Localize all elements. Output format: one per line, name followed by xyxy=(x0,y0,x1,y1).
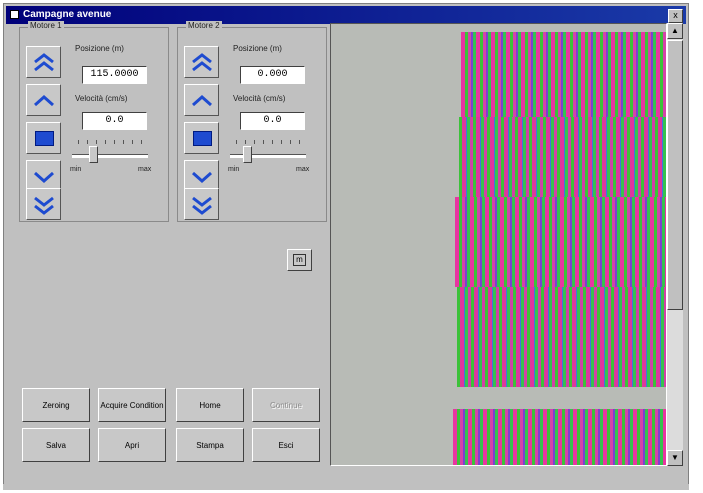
motor1-slider-thumb[interactable] xyxy=(88,146,98,163)
motor2-speed-slider[interactable] xyxy=(230,154,306,158)
motor1-slider-min: min xyxy=(70,166,82,173)
zeroing-button[interactable]: Zeroing xyxy=(22,388,90,422)
motor2-up-button[interactable] xyxy=(184,84,219,116)
motor2-slider-max: max xyxy=(296,166,310,173)
chevron-down-icon xyxy=(34,171,54,184)
scan-viewer[interactable] xyxy=(330,23,667,466)
motor1-speed-slider[interactable] xyxy=(72,154,148,158)
motor2-position-field[interactable]: 0.000 xyxy=(240,66,305,84)
chevron-up-icon xyxy=(34,94,54,107)
motor2-label: Motore 2 xyxy=(186,21,222,30)
app-icon xyxy=(10,10,19,19)
chevron-up-icon xyxy=(192,94,212,107)
double-chevron-down-icon xyxy=(34,196,54,215)
double-chevron-down-icon xyxy=(192,196,212,215)
motor1-group: Motore 1 Posizione (m) 115.0000 Velocità… xyxy=(19,21,169,222)
home-button[interactable]: Home xyxy=(176,388,244,422)
double-chevron-up-icon xyxy=(34,53,54,72)
scan-region xyxy=(461,32,666,117)
motor1-position-field[interactable]: 115.0000 xyxy=(82,66,147,84)
continue-button[interactable]: Continue xyxy=(252,388,320,422)
motor1-slider-ticks xyxy=(78,140,150,144)
motor1-fast-down-button[interactable] xyxy=(26,188,61,220)
scan-region xyxy=(453,409,666,465)
save-button[interactable]: Salva xyxy=(22,428,90,462)
motor2-speed-label: Velocità (cm/s) xyxy=(233,94,286,103)
acquire-condition-button[interactable]: Acquire Condition xyxy=(98,388,166,422)
motor1-up-button[interactable] xyxy=(26,84,61,116)
title-bar[interactable]: Campagne avenue x xyxy=(6,6,686,24)
scan-region xyxy=(459,117,666,197)
motor1-stop-button[interactable] xyxy=(26,122,61,154)
scroll-down-button[interactable]: ▼ xyxy=(667,450,683,466)
open-button[interactable]: Apri xyxy=(98,428,166,462)
motor2-stop-button[interactable] xyxy=(184,122,219,154)
motor1-speed-label: Velocità (cm/s) xyxy=(75,94,128,103)
motor1-label: Motore 1 xyxy=(28,21,64,30)
chevron-down-icon xyxy=(192,171,212,184)
motor2-slider-thumb[interactable] xyxy=(243,146,253,163)
vertical-scrollbar[interactable]: ▲ ▼ xyxy=(667,23,683,466)
close-button[interactable]: x xyxy=(668,9,683,23)
motor2-slider-ticks xyxy=(236,140,308,144)
print-button[interactable]: Stampa xyxy=(176,428,244,462)
scan-region xyxy=(455,197,666,287)
unit-button-label: m xyxy=(293,254,306,266)
motor2-fast-down-button[interactable] xyxy=(184,188,219,220)
scroll-up-button[interactable]: ▲ xyxy=(667,23,683,39)
motor1-slider-max: max xyxy=(138,166,152,173)
motor2-group: Motore 2 Posizione (m) 0.000 Velocità (c… xyxy=(177,21,327,222)
exit-button[interactable]: Esci xyxy=(252,428,320,462)
status-bar xyxy=(3,484,689,490)
motor2-speed-field[interactable]: 0.0 xyxy=(240,112,305,130)
motor1-fast-up-button[interactable] xyxy=(26,46,61,78)
stop-square-icon xyxy=(193,131,212,146)
scrollbar-thumb[interactable] xyxy=(667,40,683,310)
motor2-position-label: Posizione (m) xyxy=(233,44,282,53)
scan-region xyxy=(457,287,666,387)
motor2-slider-min: min xyxy=(228,166,240,173)
motor1-speed-field[interactable]: 0.0 xyxy=(82,112,147,130)
double-chevron-up-icon xyxy=(192,53,212,72)
window-title: Campagne avenue xyxy=(23,9,112,20)
motor2-fast-up-button[interactable] xyxy=(184,46,219,78)
unit-button[interactable]: m xyxy=(287,249,312,271)
stop-square-icon xyxy=(35,131,54,146)
motor1-position-label: Posizione (m) xyxy=(75,44,124,53)
